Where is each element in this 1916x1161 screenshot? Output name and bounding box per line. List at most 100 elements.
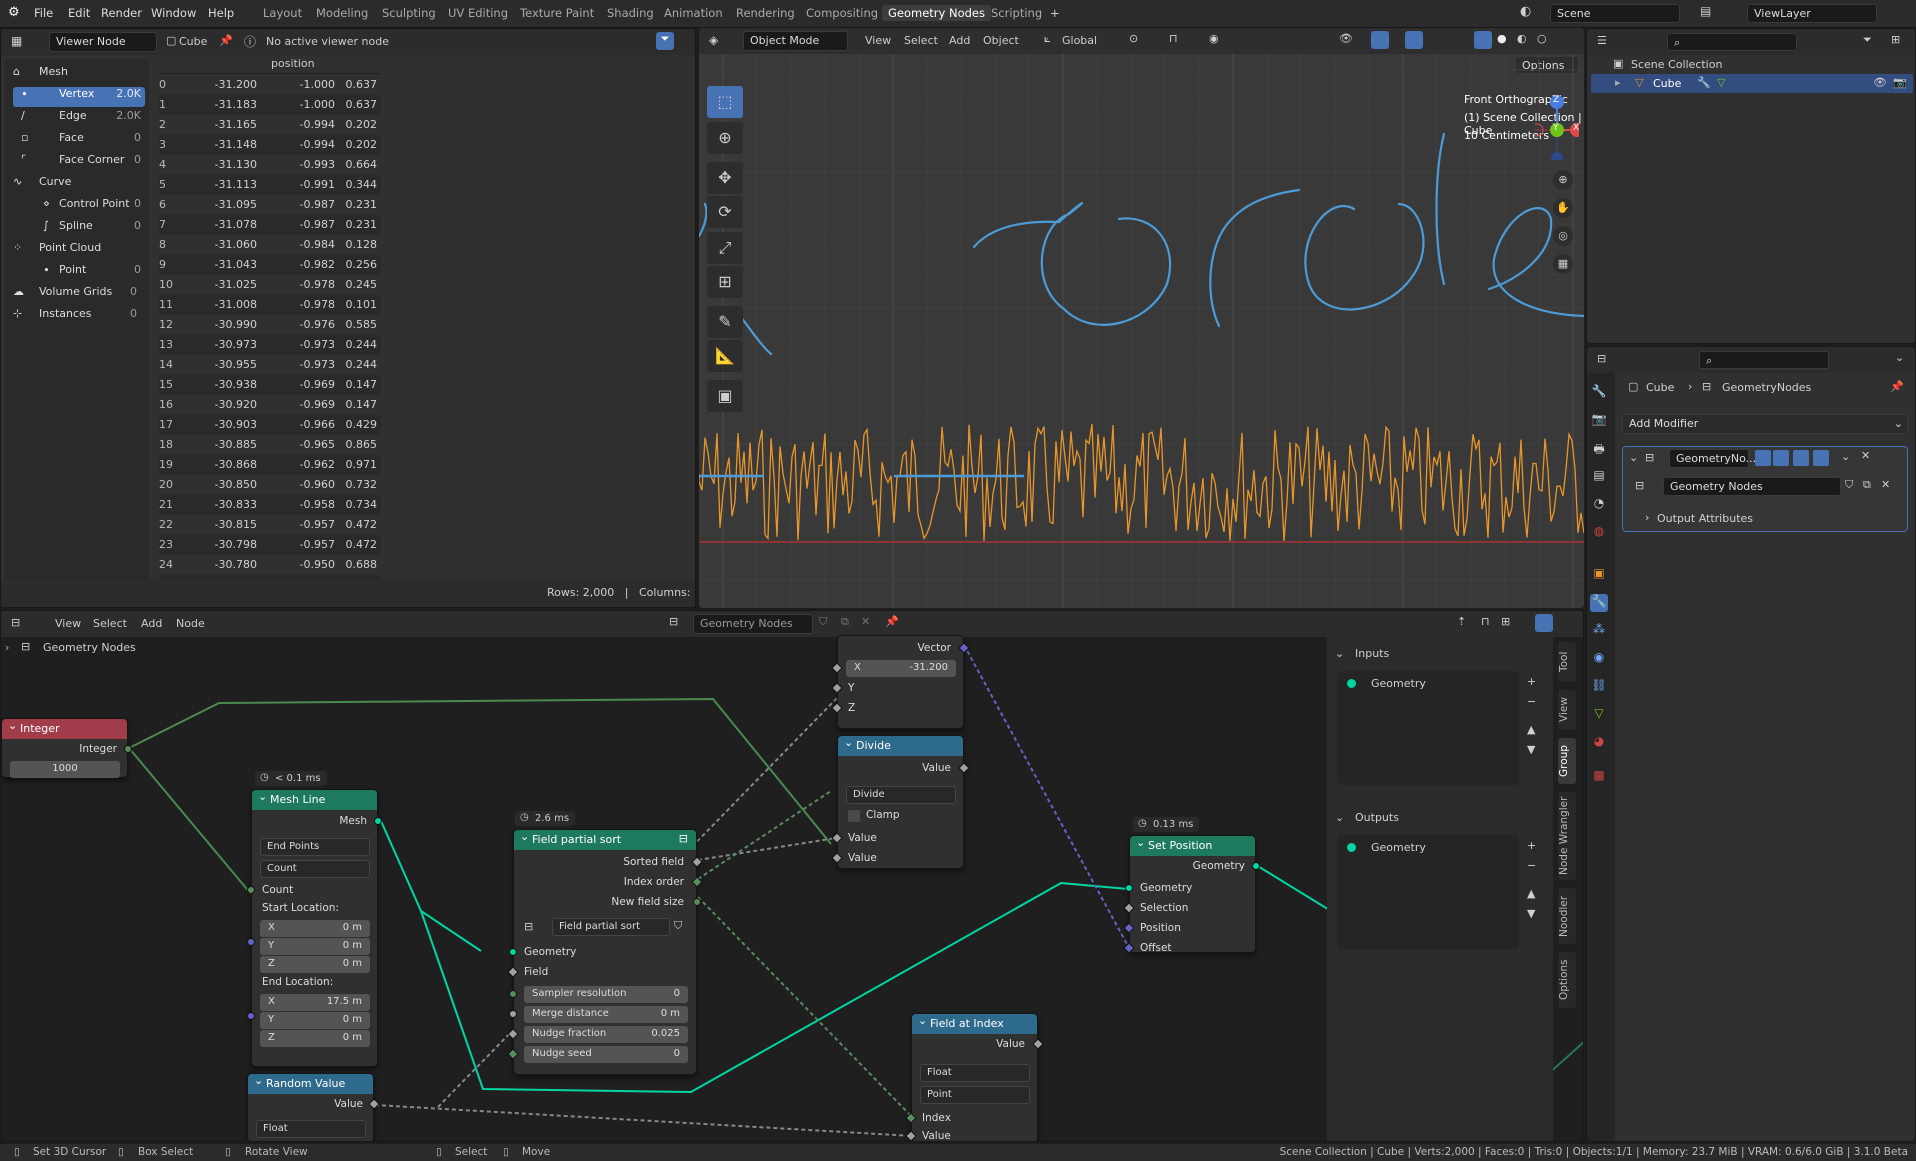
mesh-output-socket[interactable] bbox=[374, 817, 382, 825]
inputs-panel-title[interactable]: Inputs bbox=[1355, 647, 1389, 660]
add-workspace-button[interactable]: + bbox=[1050, 6, 1060, 20]
field-at-index-node[interactable]: Field at Index Value Float Point Index V… bbox=[905, 1013, 1044, 1141]
view-layer-tab-icon[interactable]: ▤ bbox=[1590, 468, 1608, 486]
shading-material-icon[interactable]: ◐ bbox=[1517, 32, 1527, 45]
end-location-socket[interactable] bbox=[247, 1012, 255, 1020]
category-edge[interactable]: ∕ Edge 2.0K bbox=[13, 109, 145, 129]
add-input-icon[interactable]: + bbox=[1527, 675, 1536, 688]
output-tab-icon[interactable]: 🖶 bbox=[1590, 440, 1608, 458]
geometry-output-socket[interactable] bbox=[1252, 862, 1260, 870]
start-y-field[interactable]: Y0 m bbox=[260, 938, 370, 955]
modifier-tab-icon[interactable]: 🔧 bbox=[1590, 594, 1608, 612]
clamp-checkbox[interactable] bbox=[848, 810, 860, 822]
sidebar-tab-options[interactable]: Options bbox=[1558, 952, 1576, 1008]
move-up-icon[interactable]: ▲ bbox=[1527, 723, 1535, 736]
blender-logo-icon[interactable]: ⚙ bbox=[8, 5, 20, 20]
menu-add[interactable]: Add bbox=[949, 34, 970, 47]
scale-tool-icon[interactable]: ⤢ bbox=[707, 232, 743, 264]
start-x-field[interactable]: X0 m bbox=[260, 920, 370, 937]
category-spline[interactable]: ∫ Spline 0 bbox=[13, 219, 145, 239]
tab-geometry-nodes[interactable]: Geometry Nodes bbox=[882, 5, 992, 21]
pin-icon[interactable]: 📌 bbox=[1890, 380, 1904, 393]
divide-node-header[interactable]: Divide bbox=[838, 736, 963, 756]
xray-toggle-icon[interactable] bbox=[1474, 31, 1492, 49]
tab-rendering[interactable]: Rendering bbox=[736, 6, 795, 20]
rotate-tool-icon[interactable]: ⟳ bbox=[707, 196, 743, 228]
category-vertex[interactable]: ∙ Vertex 2.0K bbox=[13, 87, 145, 107]
outliner-search[interactable]: ⌕ bbox=[1667, 33, 1797, 51]
sidebar-tab-noodler[interactable]: Noodler bbox=[1558, 888, 1576, 944]
editor-type-icon[interactable]: ⊟ bbox=[1597, 352, 1606, 365]
move-tool-icon[interactable]: ✥ bbox=[707, 162, 743, 194]
shading-solid-icon[interactable]: ● bbox=[1497, 32, 1507, 45]
merge-distance-field[interactable]: Merge distance 0 m bbox=[524, 1006, 688, 1023]
menu-render[interactable]: Render bbox=[101, 6, 142, 20]
filter-icon[interactable]: ⏷ bbox=[656, 32, 674, 50]
fake-user-icon[interactable]: ⛉ bbox=[674, 919, 682, 933]
camera-icon[interactable]: ◎ bbox=[1553, 226, 1573, 246]
navigation-gizmo[interactable]: Z Y X bbox=[1530, 80, 1584, 164]
expand-icon[interactable]: ▸ bbox=[1615, 76, 1621, 89]
category-curve[interactable]: ∿ Curve bbox=[9, 175, 141, 195]
object-tab-icon[interactable]: ▣ bbox=[1590, 566, 1608, 584]
mesh-line-node-header[interactable]: Mesh Line bbox=[252, 790, 377, 810]
output-attributes-panel[interactable]: Output Attributes bbox=[1657, 512, 1753, 525]
input-geometry-item[interactable]: Geometry bbox=[1371, 677, 1426, 690]
remove-input-icon[interactable]: − bbox=[1527, 695, 1536, 708]
pivot-icon[interactable]: ⊙ bbox=[1129, 32, 1138, 45]
filter-icon[interactable]: ⏷ bbox=[1863, 33, 1872, 47]
random-value-type-select[interactable]: Float bbox=[256, 1120, 366, 1138]
tab-compositing[interactable]: Compositing bbox=[806, 6, 878, 20]
node-group-select[interactable]: Field partial sort bbox=[552, 918, 670, 936]
chevron-down-icon[interactable]: ⌄ bbox=[1841, 450, 1850, 463]
category-control-point[interactable]: ⋄ Control Point 0 bbox=[13, 197, 145, 217]
add-cube-tool-icon[interactable]: ▣ bbox=[707, 380, 743, 412]
menu-object[interactable]: Object bbox=[983, 34, 1019, 47]
set-position-node-header[interactable]: Set Position bbox=[1130, 836, 1255, 856]
integer-node[interactable]: Integer Integer 1000 bbox=[1, 718, 132, 778]
move-down-icon[interactable]: ▼ bbox=[1527, 743, 1535, 756]
integer-value-field[interactable]: 1000 bbox=[10, 761, 120, 778]
field-sort-node-header[interactable]: Field partial sort bbox=[514, 830, 696, 850]
node-editor[interactable]: ⊟ View Select Add Node ⊟ Geometry Nodes … bbox=[0, 610, 1584, 1142]
geometry-input-socket[interactable] bbox=[509, 948, 517, 956]
field-partial-sort-node[interactable]: Field partial sort ⊟ Sorted field Index … bbox=[507, 829, 703, 1075]
sampler-resolution-field[interactable]: Sampler resolution 0 bbox=[524, 986, 688, 1003]
geometry-input-socket[interactable] bbox=[1125, 884, 1133, 892]
merge-distance-socket[interactable] bbox=[509, 1010, 517, 1018]
category-face-corner[interactable]: ⌜ Face Corner 0 bbox=[13, 153, 145, 173]
sidebar-tab-view[interactable]: View bbox=[1558, 690, 1576, 730]
gizmo-toggle-icon[interactable] bbox=[1371, 31, 1389, 49]
tool-tab-icon[interactable]: 🔧 bbox=[1590, 384, 1608, 402]
scene-collection-label[interactable]: Scene Collection bbox=[1631, 58, 1722, 71]
end-y-field[interactable]: Y0 m bbox=[260, 1012, 370, 1029]
chevron-down-icon[interactable]: ⌄ bbox=[1895, 351, 1904, 364]
render-camera-icon[interactable]: 📷 bbox=[1893, 76, 1907, 89]
new-field-size-socket[interactable] bbox=[693, 898, 701, 906]
mode-selector[interactable]: Object Mode bbox=[743, 31, 848, 51]
random-value-node-header[interactable]: Random Value bbox=[248, 1074, 373, 1094]
render-icon[interactable] bbox=[1813, 450, 1829, 466]
category-point[interactable]: ∙ Point 0 bbox=[13, 263, 145, 283]
cage-icon[interactable] bbox=[1773, 450, 1789, 466]
random-value-node[interactable]: Random Value Value Float bbox=[247, 1073, 380, 1141]
tab-modeling[interactable]: Modeling bbox=[316, 6, 368, 20]
annotate-tool-icon[interactable]: ✎ bbox=[707, 306, 743, 338]
output-geometry-item[interactable]: Geometry bbox=[1371, 841, 1426, 854]
shading-rendered-icon[interactable]: ○ bbox=[1537, 32, 1547, 45]
scene-tab-icon[interactable]: ◔ bbox=[1590, 496, 1608, 514]
outputs-panel-title[interactable]: Outputs bbox=[1355, 811, 1399, 824]
realtime-icon[interactable] bbox=[1793, 450, 1809, 466]
object-evaluation-selector[interactable]: Viewer Node bbox=[49, 32, 157, 52]
end-x-field[interactable]: X 17.5 m bbox=[260, 994, 370, 1011]
x-value-field[interactable]: X -31.200 bbox=[846, 660, 956, 677]
edit-mode-icon[interactable] bbox=[1755, 450, 1771, 466]
data-tab-icon[interactable]: ▽ bbox=[1590, 706, 1608, 724]
domain-select[interactable]: Point bbox=[920, 1086, 1030, 1104]
modifier-name-field[interactable]: GeometryNo... bbox=[1669, 449, 1756, 468]
view-layer-selector[interactable]: ViewLayer bbox=[1747, 4, 1877, 23]
menu-window[interactable]: Window bbox=[151, 6, 196, 20]
visibility-icon[interactable]: 👁 bbox=[1339, 32, 1353, 45]
sidebar-tab-group[interactable]: Group bbox=[1558, 738, 1576, 784]
sidebar-tab-node-wrangler[interactable]: Node Wrangler bbox=[1558, 792, 1576, 880]
